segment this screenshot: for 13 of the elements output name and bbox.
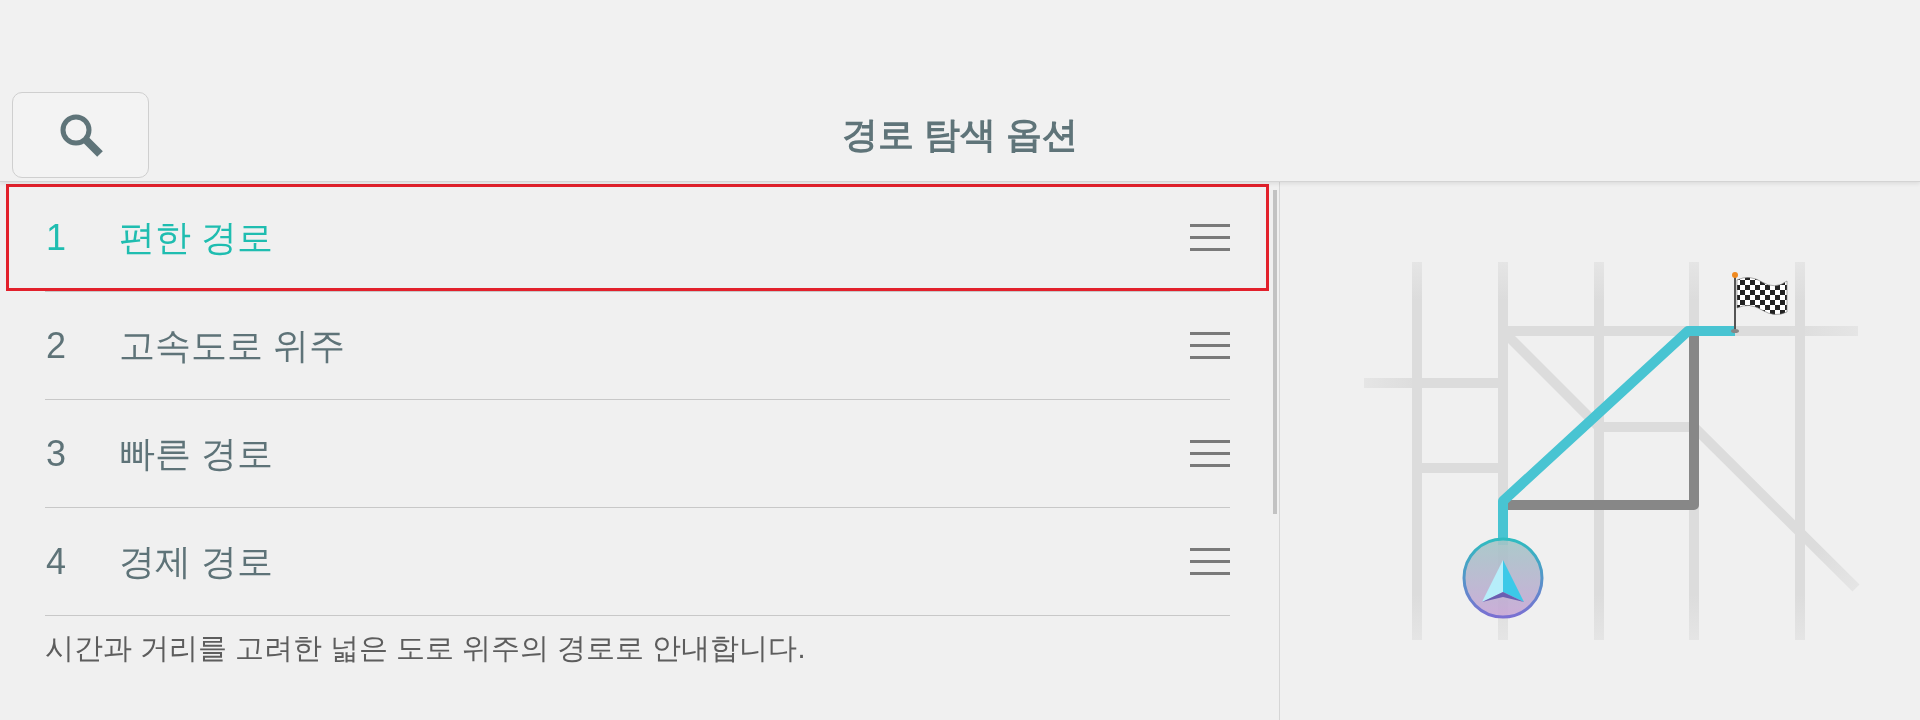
route-option[interactable]: 4 경제 경로 (6, 508, 1269, 615)
route-option[interactable]: 3 빠른 경로 (6, 400, 1269, 507)
hamburger-icon (1190, 332, 1230, 359)
search-button[interactable] (12, 92, 149, 178)
hamburger-icon (1190, 548, 1230, 575)
description-text: 시간과 거리를 고려한 넓은 도로 위주의 경로로 안내합니다. (45, 631, 806, 666)
route-option[interactable]: 2 고속도로 위주 (6, 292, 1269, 399)
scrollbar-thumb[interactable] (1273, 190, 1277, 514)
start-marker-icon (1462, 537, 1544, 619)
page-title: 경로 탐색 옵션 (842, 117, 1078, 153)
hamburger-icon (1190, 440, 1230, 467)
hamburger-icon (1190, 224, 1230, 251)
finish-flag-icon (1731, 272, 1788, 333)
